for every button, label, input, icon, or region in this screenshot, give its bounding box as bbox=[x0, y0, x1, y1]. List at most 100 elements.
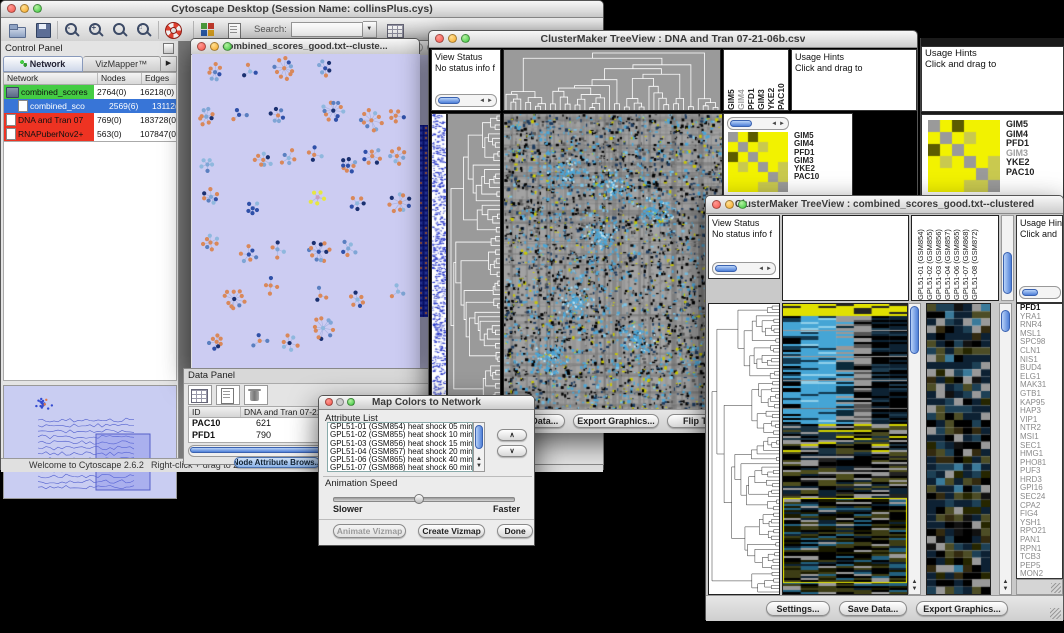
column-label[interactable]: GPL51-06 (GSM865) bbox=[952, 216, 961, 300]
table-mode-icon[interactable] bbox=[188, 385, 212, 405]
column-header-edges[interactable]: Edges bbox=[142, 73, 176, 84]
dialog-button[interactable]: Create Vizmap bbox=[418, 524, 485, 538]
attribute-item[interactable]: GPL51-07 (GSM868) heat shock 60 min bbox=[328, 464, 472, 472]
similarity-matrix-zoom[interactable] bbox=[928, 120, 1000, 192]
treeview-combined-buttonbar: Settings... Save Data... Export Graphics… bbox=[706, 595, 1063, 621]
gene-summary-strip[interactable] bbox=[431, 113, 447, 411]
export-graphics-button[interactable]: Export Graphics... bbox=[916, 601, 1008, 616]
settings-button[interactable]: Settings... bbox=[766, 601, 830, 616]
dialog-button[interactable]: Animate Vizmap bbox=[333, 524, 406, 538]
annotation-icon[interactable] bbox=[224, 21, 244, 39]
move-up-button[interactable]: ∧ bbox=[497, 429, 527, 441]
column-label[interactable]: PAC10 bbox=[776, 50, 786, 110]
column-header-network[interactable]: Network bbox=[4, 73, 98, 84]
column-label[interactable]: GIM3 bbox=[756, 50, 766, 110]
usage-hints-scrollbar[interactable] bbox=[1019, 286, 1061, 299]
zoom-window-icon[interactable] bbox=[738, 200, 747, 209]
zoom-selected-icon[interactable]: □ bbox=[134, 21, 154, 39]
zoom-window-icon[interactable] bbox=[347, 398, 355, 406]
network-table-row[interactable]: combined_sco 2569(6) 13112(15) bbox=[4, 99, 176, 113]
zoom-fit-icon[interactable] bbox=[110, 21, 130, 39]
dialog-button[interactable]: Done bbox=[497, 524, 533, 538]
close-icon[interactable] bbox=[325, 398, 333, 406]
zoom-heatmap[interactable] bbox=[926, 303, 991, 595]
zoom-vscrollbar[interactable]: ▲▼ bbox=[999, 303, 1012, 595]
similarity-matrix-small[interactable] bbox=[728, 132, 788, 192]
save-data-button[interactable]: Save Data... bbox=[839, 601, 907, 616]
new-attribute-icon[interactable] bbox=[216, 385, 240, 405]
matrix-gene-label[interactable]: PAC10 bbox=[794, 173, 850, 181]
scroll-arrows[interactable]: ▲▼ bbox=[1000, 579, 1011, 593]
close-icon[interactable] bbox=[7, 4, 16, 13]
help-icon[interactable] bbox=[163, 21, 183, 39]
tab-overflow-arrow[interactable]: ▶ bbox=[161, 56, 177, 72]
search-dropdown-icon[interactable]: ▼ bbox=[363, 21, 377, 38]
resize-grip[interactable] bbox=[1050, 608, 1061, 619]
delete-attribute-icon[interactable] bbox=[244, 385, 268, 405]
search-input[interactable] bbox=[291, 22, 363, 37]
row-dendrogram[interactable] bbox=[708, 303, 780, 595]
column-dendrogram[interactable] bbox=[503, 49, 721, 111]
network-overview-panel[interactable] bbox=[3, 385, 177, 499]
tab-vizmapper[interactable]: VizMapper™ bbox=[83, 56, 162, 72]
attribute-list[interactable]: GPL51-01 (GSM854) heat shock 05 minGPL51… bbox=[327, 422, 473, 472]
row-dendrogram[interactable] bbox=[447, 113, 501, 409]
column-label[interactable]: GPL51-01 (GSM854) bbox=[916, 216, 925, 300]
column-label[interactable]: YKE2 bbox=[766, 50, 776, 110]
network-table-row[interactable]: RNAPuberNov2+ 563(0) 107847(0) bbox=[4, 127, 176, 141]
attribute-list-scrollbar[interactable]: ▲▼ bbox=[473, 422, 485, 472]
top-vscrollbar[interactable] bbox=[1001, 215, 1014, 301]
move-down-button[interactable]: ∨ bbox=[497, 445, 527, 457]
gene-list-item[interactable]: MON2 bbox=[1017, 570, 1062, 579]
attribute-browser-icon[interactable] bbox=[385, 21, 405, 39]
scroll-arrows[interactable]: ▲▼ bbox=[909, 579, 920, 593]
panel-float-icon[interactable] bbox=[163, 43, 174, 54]
column-label[interactable]: PFD1 bbox=[746, 50, 756, 110]
scroll-left-icon: ◄ bbox=[770, 121, 778, 127]
minimize-icon[interactable] bbox=[210, 42, 219, 51]
column-label[interactable]: GPL51-03 (GSM856) bbox=[934, 216, 943, 300]
zoom-window-icon[interactable] bbox=[223, 42, 232, 51]
open-session-icon[interactable] bbox=[7, 21, 27, 39]
vizmapper-icon[interactable] bbox=[198, 21, 218, 39]
zoom-out-icon[interactable]: - bbox=[62, 21, 82, 39]
main-titlebar[interactable]: Cytoscape Desktop (Session Name: collins… bbox=[1, 1, 603, 18]
column-dendrogram-area[interactable] bbox=[782, 215, 909, 301]
column-label[interactable]: GPL51-02 (GSM855) bbox=[925, 216, 934, 300]
minimize-icon[interactable] bbox=[20, 4, 29, 13]
column-labels-panel: GPL51-01 (GSM854)GPL51-02 (GSM855)GPL51-… bbox=[911, 215, 999, 301]
minimize-icon[interactable] bbox=[448, 34, 457, 43]
view-status-scrollbar[interactable]: ◄► bbox=[712, 262, 776, 275]
column-label[interactable]: GIM4 bbox=[736, 50, 746, 110]
network-canvas[interactable] bbox=[192, 54, 420, 370]
node-attribute-browser-button[interactable]: Node Attribute Brows... bbox=[234, 457, 320, 468]
tab-network[interactable]: Network bbox=[3, 56, 83, 72]
global-heatmap[interactable] bbox=[782, 303, 908, 595]
save-session-icon[interactable] bbox=[33, 21, 53, 39]
minimize-icon[interactable] bbox=[725, 200, 734, 209]
scroll-arrows[interactable]: ▲▼ bbox=[474, 456, 484, 470]
zoom-in-icon[interactable]: + bbox=[86, 21, 106, 39]
close-icon[interactable] bbox=[712, 200, 721, 209]
matrix-hscrollbar[interactable]: ◄► bbox=[727, 117, 789, 130]
column-label[interactable]: GPL51-08 (GSM872) bbox=[970, 216, 979, 300]
export-graphics-button[interactable]: Export Graphics... bbox=[573, 414, 659, 428]
data-column-id[interactable]: ID bbox=[189, 407, 241, 417]
network-table-row[interactable]: DNA and Tran 07 769(0) 183728(0) bbox=[4, 113, 176, 127]
network-table-row[interactable]: combined_scores 2764(0) 16218(0) bbox=[4, 85, 176, 99]
window-controls[interactable] bbox=[7, 4, 42, 13]
column-label[interactable]: GPL51-04 (GSM857) bbox=[943, 216, 952, 300]
heatmap-vscrollbar[interactable]: ▲▼ bbox=[908, 303, 921, 595]
zoom-window-icon[interactable] bbox=[461, 34, 470, 43]
zoom-gene-label[interactable]: PAC10 bbox=[1006, 168, 1062, 178]
column-label[interactable]: GPL51-07 (GSM868) bbox=[961, 216, 970, 300]
global-heatmap[interactable] bbox=[503, 113, 723, 411]
close-icon[interactable] bbox=[197, 42, 206, 51]
animation-speed-slider[interactable] bbox=[333, 497, 515, 502]
slider-thumb[interactable] bbox=[414, 494, 424, 504]
column-label[interactable]: GIM5 bbox=[726, 50, 736, 110]
close-icon[interactable] bbox=[435, 34, 444, 43]
column-header-nodes[interactable]: Nodes bbox=[98, 73, 142, 84]
view-status-scrollbar[interactable]: ◄► bbox=[435, 94, 497, 107]
zoom-window-icon[interactable] bbox=[33, 4, 42, 13]
